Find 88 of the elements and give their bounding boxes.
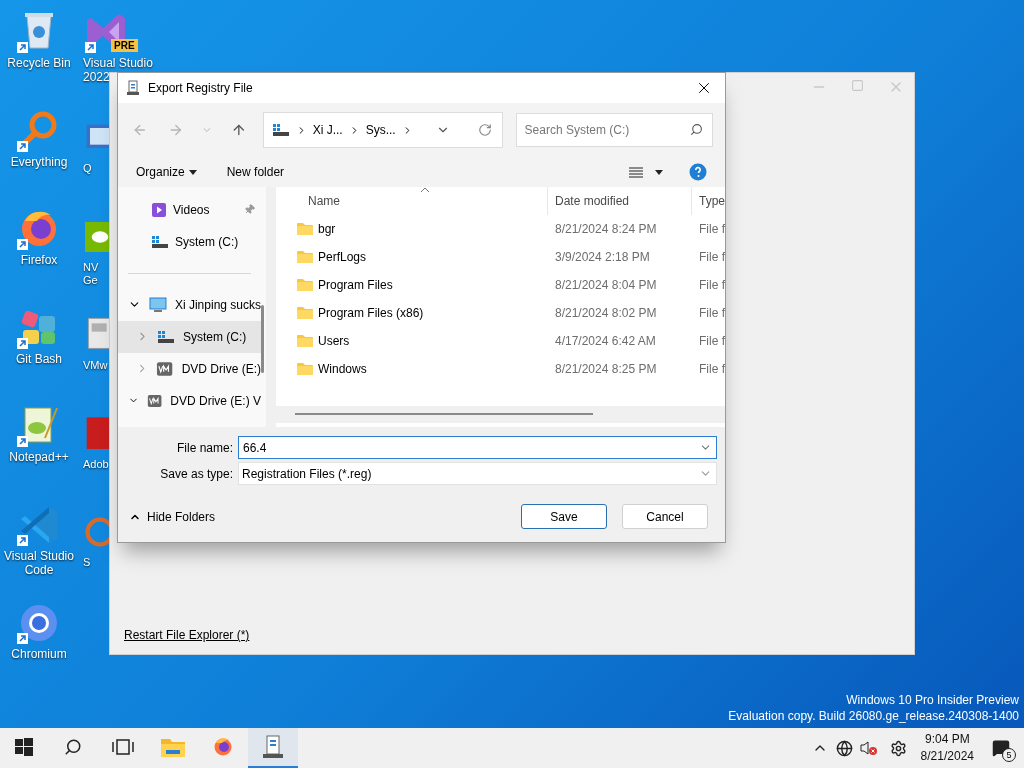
breadcrumb-item[interactable]: Sys... xyxy=(365,121,396,140)
tree-item[interactable]: Xi Jinping sucks xyxy=(118,288,261,321)
sort-ascending-icon[interactable] xyxy=(420,186,430,193)
type-cell-text: File f xyxy=(698,220,725,238)
dialog-button[interactable]: Cancel xyxy=(622,504,708,530)
file-name-cell[interactable]: Program Files (x86) xyxy=(318,303,424,322)
file-name-cell[interactable]: bgr xyxy=(318,219,336,238)
monitor-icon xyxy=(149,296,167,313)
folder-icon xyxy=(296,249,314,264)
os-build-text: Evaluation copy. Build 26080.ge_release.240308-1400 xyxy=(728,708,1019,724)
file-name-cell[interactable]: Windows xyxy=(318,359,367,378)
network-icon[interactable] xyxy=(835,739,853,757)
folder-icon xyxy=(160,736,186,758)
speaker-muted-icon[interactable] xyxy=(859,740,878,756)
scrollbar-thumb[interactable] xyxy=(261,304,264,373)
caret-icon xyxy=(188,169,197,175)
task-view-icon xyxy=(112,739,134,755)
list-view-icon xyxy=(629,166,643,178)
desktop-icon-label[interactable]: Adob xyxy=(83,457,109,471)
folder-icon xyxy=(296,333,314,348)
nav-item[interactable]: System (C:) xyxy=(118,225,261,258)
desktop-icon-label[interactable]: NV Ge xyxy=(83,260,99,287)
date-cell-text: 8/21/2024 8:02 PM xyxy=(554,304,658,322)
folder-icon xyxy=(296,361,314,376)
date-cell-text: 8/21/2024 8:04 PM xyxy=(554,276,658,294)
type-cell-text: File f xyxy=(698,248,725,266)
window-title: Export Registry File xyxy=(148,79,253,97)
taskbar-button[interactable] xyxy=(248,728,298,768)
breadcrumb-item[interactable]: Xi J... xyxy=(312,121,343,140)
file-name-label: File name: xyxy=(175,439,234,457)
save-type-dropdown[interactable]: Registration Files (*.reg) xyxy=(238,462,717,486)
column-header[interactable]: Type xyxy=(692,191,725,210)
file-name-field[interactable]: 66.4 xyxy=(238,436,717,460)
view-options-button[interactable] xyxy=(629,166,663,178)
search-icon xyxy=(64,738,82,756)
file-name-cell[interactable]: Program Files xyxy=(318,275,393,294)
organize-button[interactable]: Organize xyxy=(136,163,197,182)
save-type-label: Save as type: xyxy=(159,465,234,483)
type-cell-text: File f xyxy=(698,304,725,322)
windows-logo-icon xyxy=(15,738,33,756)
vm-drive-icon xyxy=(147,392,163,409)
folder-icon xyxy=(296,277,314,292)
dialog-button[interactable]: Save xyxy=(521,504,607,530)
new-folder-button[interactable]: New folder xyxy=(226,163,285,182)
nav-item[interactable]: Videos xyxy=(118,193,261,226)
scrollbar-thumb[interactable] xyxy=(295,413,593,416)
desktop-icon-label[interactable]: S xyxy=(83,556,91,569)
search-field[interactable]: Search System (C:) xyxy=(515,113,713,148)
hide-folders-button[interactable]: Hide Folders xyxy=(129,507,216,526)
desktop-icon-label[interactable]: Notepad++ xyxy=(9,450,69,464)
column-header[interactable]: Name xyxy=(276,186,548,215)
os-build-text: Windows 10 Pro Insider Preview xyxy=(846,692,1019,708)
video-folder-icon xyxy=(151,201,167,218)
search-icon xyxy=(690,123,703,137)
type-cell-text: File f xyxy=(698,276,725,294)
registry-editor-icon xyxy=(126,79,140,96)
desktop-icon-label[interactable]: VMw xyxy=(83,359,108,372)
tree-item[interactable]: DVD Drive (E:) xyxy=(118,352,261,385)
date-cell-text: 8/21/2024 8:25 PM xyxy=(554,360,658,378)
notification-count: 5 xyxy=(1002,748,1016,762)
registry-editor-icon xyxy=(262,735,284,759)
settings-icon[interactable] xyxy=(889,739,907,757)
tree-item[interactable]: DVD Drive (E:) V xyxy=(118,384,261,417)
restart-explorer-link[interactable]: Restart File Explorer (*) xyxy=(124,626,250,644)
caret-icon xyxy=(655,169,663,175)
file-name-cell[interactable]: PerfLogs xyxy=(318,247,367,266)
column-header[interactable]: Date modified xyxy=(548,186,692,215)
drive-icon xyxy=(151,234,169,249)
desktop-icon-label[interactable]: Git Bash xyxy=(16,351,62,366)
type-cell-text: File f xyxy=(698,332,725,350)
date-cell-text: 3/9/2024 2:18 PM xyxy=(554,248,651,266)
vm-drive-icon xyxy=(156,360,174,377)
folder-icon xyxy=(296,305,314,320)
drive-icon xyxy=(157,329,175,344)
tree-item[interactable]: System (C:) xyxy=(118,320,261,353)
clock[interactable]: 9:04 PM 8/21/2024 xyxy=(920,731,974,765)
desktop-icon-label[interactable]: Visual Studio Code xyxy=(0,548,78,577)
desktop-icon-label[interactable]: Chromium xyxy=(11,647,67,661)
drive-icon xyxy=(271,123,290,138)
refresh-icon[interactable] xyxy=(477,123,492,138)
date-cell-text: 8/21/2024 8:24 PM xyxy=(554,220,658,238)
type-cell-text: File f xyxy=(698,360,725,378)
address-bar[interactable]: Xi J... Sys... xyxy=(262,112,503,149)
folder-icon xyxy=(296,221,314,236)
help-icon[interactable] xyxy=(689,163,707,182)
date-cell-text: 4/17/2024 6:42 AM xyxy=(554,332,657,350)
preview-badge: PRE xyxy=(111,39,138,52)
file-name-cell[interactable]: Users xyxy=(318,331,350,350)
